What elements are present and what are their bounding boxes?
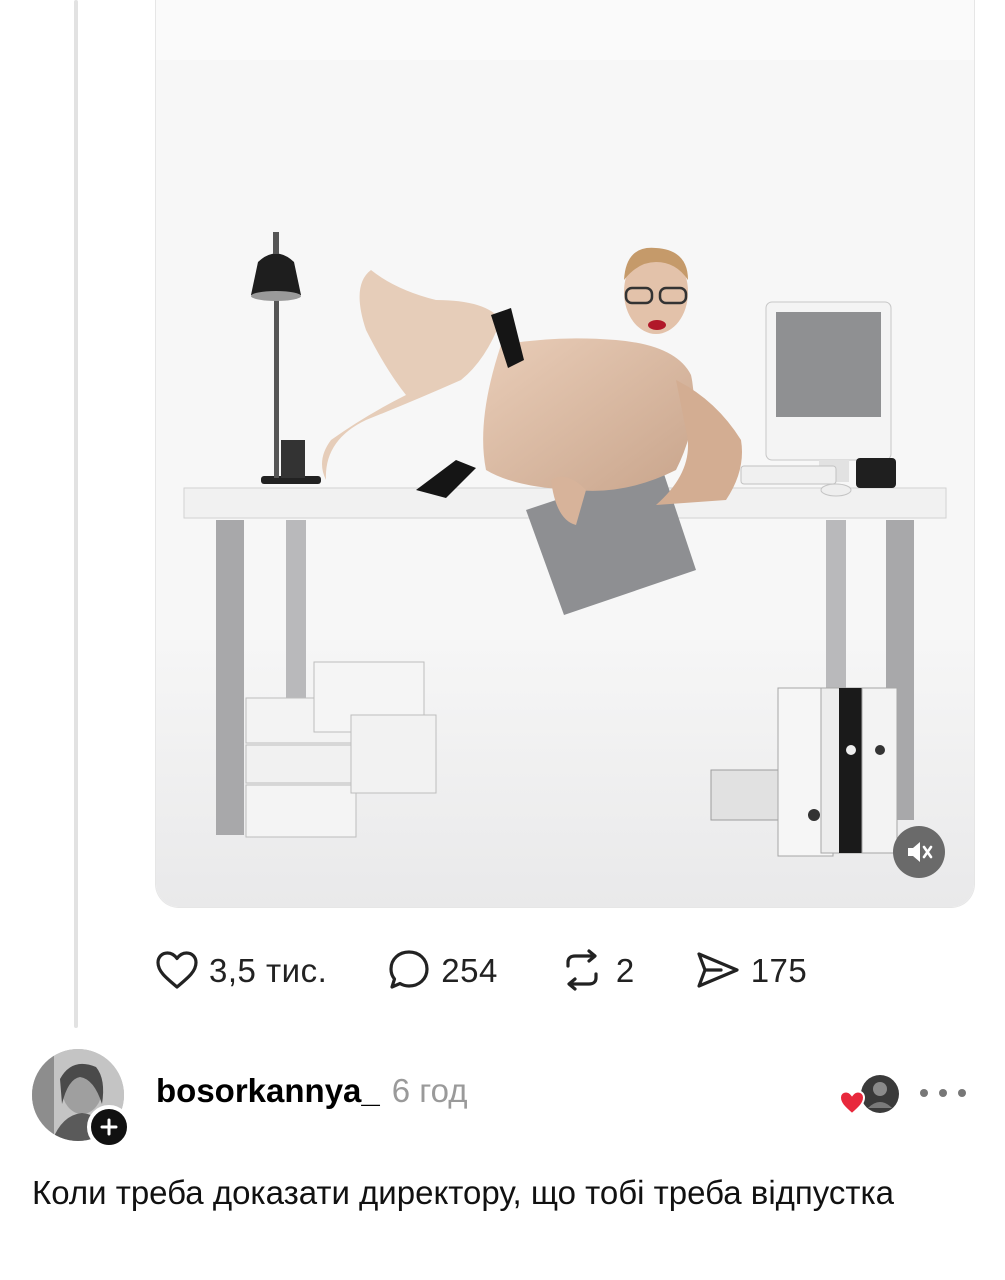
reply-post-text: Коли треба доказати директору, що тобі т… xyxy=(32,1174,895,1211)
post-actions-bar: 3,5 тис. 254 2 175 xyxy=(155,944,867,996)
reply-button[interactable]: 254 xyxy=(387,948,498,992)
reply-count: 254 xyxy=(441,951,498,989)
comment-icon xyxy=(389,950,429,989)
username[interactable]: bosorkannya_ xyxy=(156,1072,380,1110)
repost-icon xyxy=(566,949,598,991)
like-button[interactable]: 3,5 тис. xyxy=(155,950,327,990)
thread-connector-line xyxy=(74,0,78,1028)
more-icon-dot xyxy=(958,1089,966,1097)
more-options-button[interactable] xyxy=(920,1078,966,1108)
mute-toggle-button[interactable] xyxy=(893,826,945,878)
like-count: 3,5 тис. xyxy=(209,951,328,989)
mute-icon xyxy=(908,842,933,862)
share-button[interactable]: 175 xyxy=(695,950,808,990)
follow-button[interactable] xyxy=(87,1105,131,1149)
share-icon xyxy=(697,952,739,988)
post-media-video[interactable] xyxy=(155,0,975,908)
share-count: 175 xyxy=(750,951,808,989)
plus-icon xyxy=(100,1118,118,1136)
more-icon-dot xyxy=(920,1089,928,1097)
reply-post-header: bosorkannya_ 6 год xyxy=(156,1072,467,1122)
office-scene-image xyxy=(156,0,974,907)
repost-button[interactable]: 2 xyxy=(558,948,635,992)
liked-by-avatar-icon xyxy=(838,1075,899,1116)
repost-count: 2 xyxy=(615,951,635,989)
post-timestamp: 6 год xyxy=(391,1072,468,1109)
more-icon-dot xyxy=(939,1089,947,1097)
heart-icon xyxy=(156,951,198,989)
liked-by-author-indicator[interactable] xyxy=(838,1072,902,1120)
